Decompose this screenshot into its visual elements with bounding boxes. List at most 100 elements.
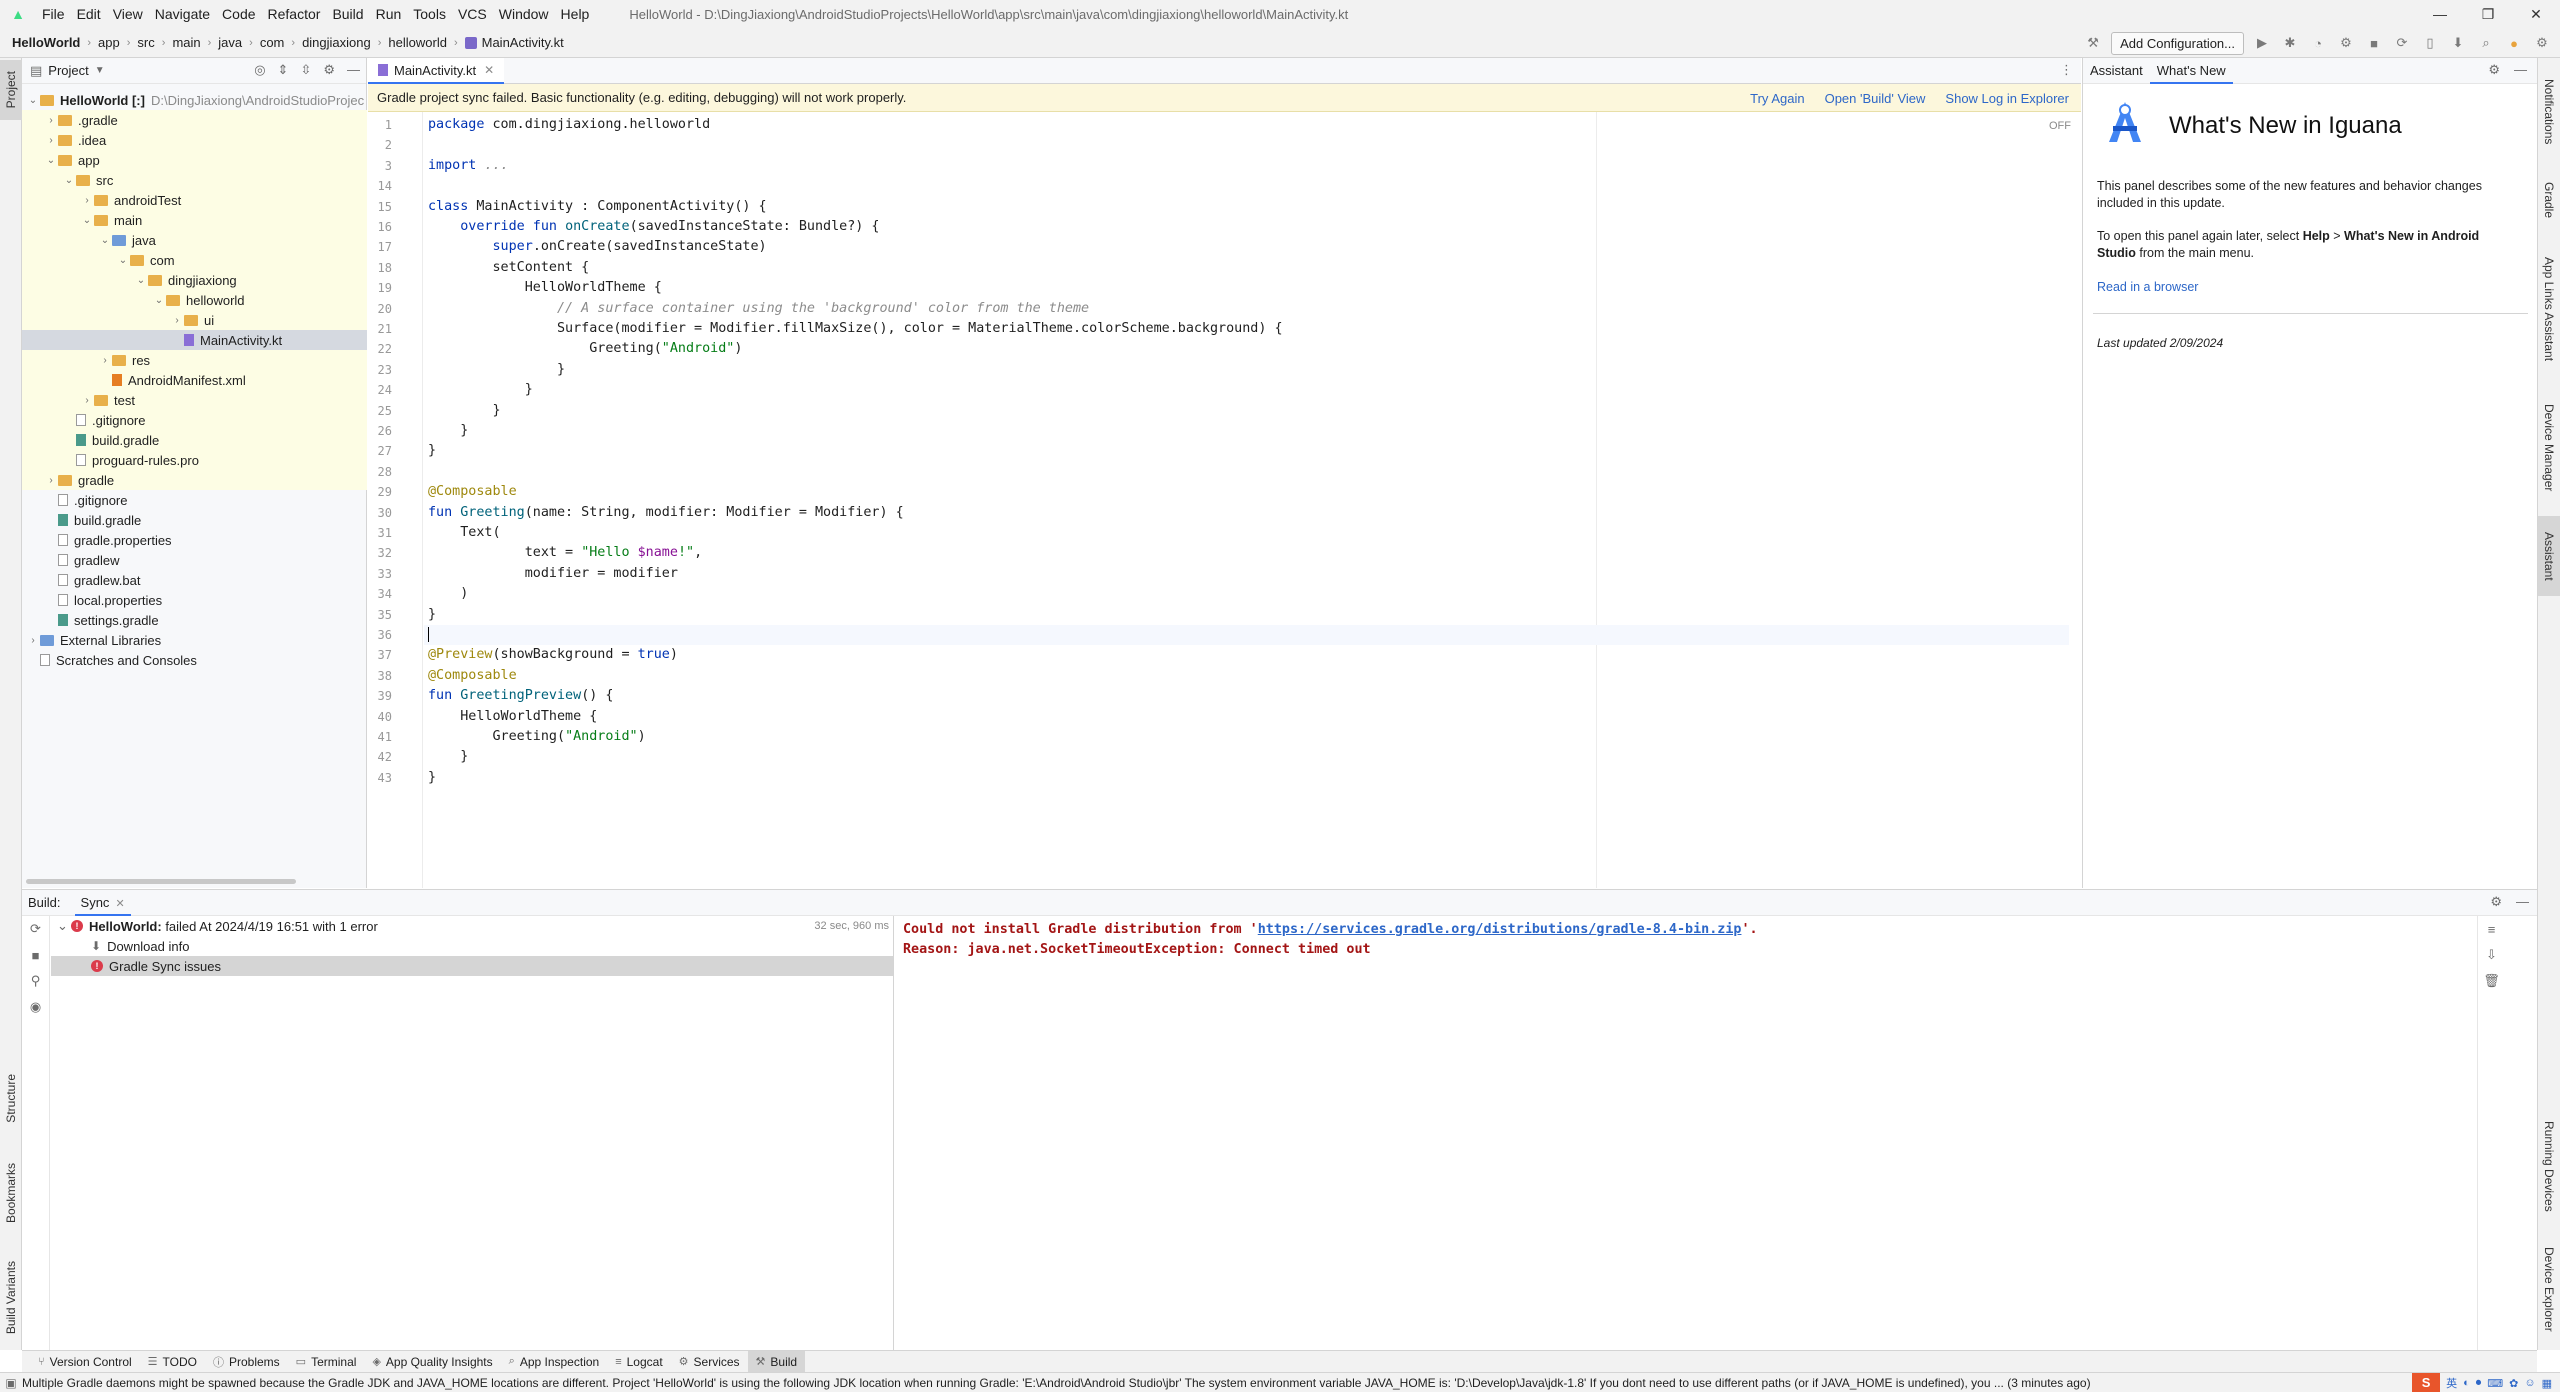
menu-edit[interactable]: Edit [71,0,107,28]
sdk-manager-icon[interactable]: ⬇ [2448,33,2468,53]
tree-item[interactable]: ⌄ app [22,150,367,170]
tree-item[interactable]: build.gradle [22,510,367,530]
chevron-right-icon[interactable]: › [80,195,94,206]
bookmarks-tool-tab[interactable]: Bookmarks [0,1148,22,1238]
code-line[interactable]: super.onCreate(savedInstanceState) [428,237,767,257]
stop-icon[interactable]: ■ [2364,33,2384,53]
menu-file[interactable]: File [36,0,71,28]
menu-help[interactable]: Help [555,0,596,28]
chevron-down-icon[interactable]: ⌄ [44,155,58,166]
tool-button-todo[interactable]: ☰ TODO [140,1351,205,1373]
code-line[interactable]: import ... [428,156,509,176]
collapse-all-icon[interactable]: ⇳ [300,62,311,78]
tree-item[interactable]: proguard-rules.pro [22,450,367,470]
run-icon[interactable]: ▶ [2252,33,2272,53]
settings-gear-icon[interactable]: ⚙ [2488,62,2500,78]
sync-gradle-icon[interactable]: ⟳ [2392,33,2412,53]
toolbox-icon[interactable]: ▦ [2542,1377,2552,1390]
menu-tools[interactable]: Tools [407,0,452,28]
build-tree-item[interactable]: ⬇ Download info [51,936,893,956]
banner-link-2[interactable]: Show Log in Explorer [1945,91,2069,106]
hide-panel-icon[interactable]: — [2516,894,2529,910]
code-line[interactable]: } [428,421,468,441]
running-devices-tool-tab[interactable]: Running Devices [2538,1106,2560,1226]
user-icon[interactable]: ☺ [2524,1377,2535,1389]
banner-link-1[interactable]: Open 'Build' View [1825,91,1926,106]
chevron-down-icon[interactable]: ▼ [95,65,105,76]
code-line[interactable]: Greeting("Android") [428,339,742,359]
soft-wrap-icon[interactable]: ≡ [2478,916,2505,942]
chevron-right-icon[interactable]: › [98,355,112,366]
code-line[interactable]: } [428,380,533,400]
status-message[interactable]: Multiple Gradle daemons might be spawned… [22,1376,2091,1390]
expand-all-icon[interactable]: ⇕ [278,62,289,78]
keyboard-icon[interactable]: ⌨ [2487,1377,2503,1390]
restore-button[interactable]: ❐ [2464,0,2512,28]
tree-item[interactable]: ⌄ main [22,210,367,230]
hide-panel-icon[interactable]: — [2514,62,2527,78]
code-line[interactable]: setContent { [428,258,589,278]
tab-assistant[interactable]: Assistant [2083,58,2150,84]
menu-refactor[interactable]: Refactor [262,0,327,28]
tree-item[interactable]: ⌄ com [22,250,367,270]
locate-file-icon[interactable]: ◎ [254,62,265,78]
notifications-tool-tab[interactable]: Notifications [2538,62,2560,162]
project-view-selector[interactable]: Project [48,63,88,78]
breadcrumb-item[interactable]: src [137,35,154,50]
tree-item[interactable]: › test [22,390,367,410]
code-line[interactable]: package com.dingjiaxiong.helloworld [428,115,710,135]
chevron-down-icon[interactable]: ⌄ [62,175,76,186]
close-tab-icon[interactable]: ✕ [484,63,494,77]
close-tab-icon[interactable]: ✕ [115,898,124,910]
rerun-sync-icon[interactable]: ⟳ [22,916,49,942]
code-line[interactable]: ) [428,584,468,604]
status-layout-icon[interactable]: ▣ [0,1376,22,1390]
code-line[interactable]: HelloWorldTheme { [428,707,597,727]
tree-item[interactable]: gradlew [22,550,367,570]
eye-icon[interactable]: ◉ [22,994,49,1020]
menu-code[interactable]: Code [216,0,261,28]
microphone-icon[interactable]: ⏺ [2476,1377,2482,1390]
debug-icon[interactable]: ✱ [2280,33,2300,53]
tool-button-build[interactable]: ⚒ Build [747,1350,806,1373]
more-options-icon[interactable]: ⋮ [2060,62,2073,78]
chevron-down-icon[interactable]: ⌄ [116,255,130,266]
code-line[interactable]: @Composable [428,482,517,502]
tree-item[interactable]: .gitignore [22,490,367,510]
read-in-browser-link[interactable]: Read in a browser [2097,279,2517,296]
app-links-assistant-tool-tab[interactable]: App Links Assistant [2538,244,2560,374]
chevron-right-icon[interactable]: › [44,115,58,126]
update-icon[interactable]: ● [2504,33,2524,53]
tree-item[interactable]: ⌄ dingjiaxiong [22,270,367,290]
build-console[interactable]: Could not install Gradle distribution fr… [895,916,2505,1351]
tree-item[interactable]: › ui [22,310,367,330]
tree-item[interactable]: gradle.properties [22,530,367,550]
build-tree-item[interactable]: ! Gradle Sync issues [51,956,893,976]
breadcrumb-item[interactable]: MainActivity.kt [482,35,564,50]
tree-item[interactable]: › External Libraries [22,630,367,650]
breadcrumb-item[interactable]: java [218,35,242,50]
build-tree-item[interactable]: ⌄! HelloWorld: failed At 2024/4/19 16:51 … [51,916,893,936]
tree-item[interactable]: › .idea [22,130,367,150]
chevron-right-icon[interactable]: › [80,395,94,406]
tree-item[interactable]: › gradle [22,470,367,490]
device-explorer-tool-tab[interactable]: Device Explorer [2538,1234,2560,1344]
menu-vcs[interactable]: VCS [452,0,493,28]
tree-item[interactable]: ⌄ helloworld [22,290,367,310]
profile-icon[interactable]: ◔ [2308,33,2328,53]
tool-button-version-control[interactable]: ⑂ Version Control [30,1351,140,1373]
tree-item[interactable]: › androidTest [22,190,367,210]
tab-whats-new[interactable]: What's New [2149,58,2233,84]
settings-gear-icon[interactable]: ⚙ [2490,894,2502,910]
tree-item[interactable]: ⌄ HelloWorld [:] D:\DingJiaxiong\AndroidSt… [22,90,367,110]
menu-view[interactable]: View [107,0,149,28]
tool-button-app-quality-insights[interactable]: ◈ App Quality Insights [364,1351,500,1373]
breadcrumb-item[interactable]: com [260,35,285,50]
skin-icon[interactable]: ✿ [2509,1377,2518,1390]
project-tool-tab[interactable]: Project [0,60,22,120]
tree-item[interactable]: .gitignore [22,410,367,430]
chevron-down-icon[interactable]: ⌄ [26,95,40,106]
code-line[interactable]: modifier = modifier [428,564,678,584]
horizontal-scrollbar[interactable] [26,879,296,884]
add-configuration-button[interactable]: Add Configuration... [2111,31,2244,55]
